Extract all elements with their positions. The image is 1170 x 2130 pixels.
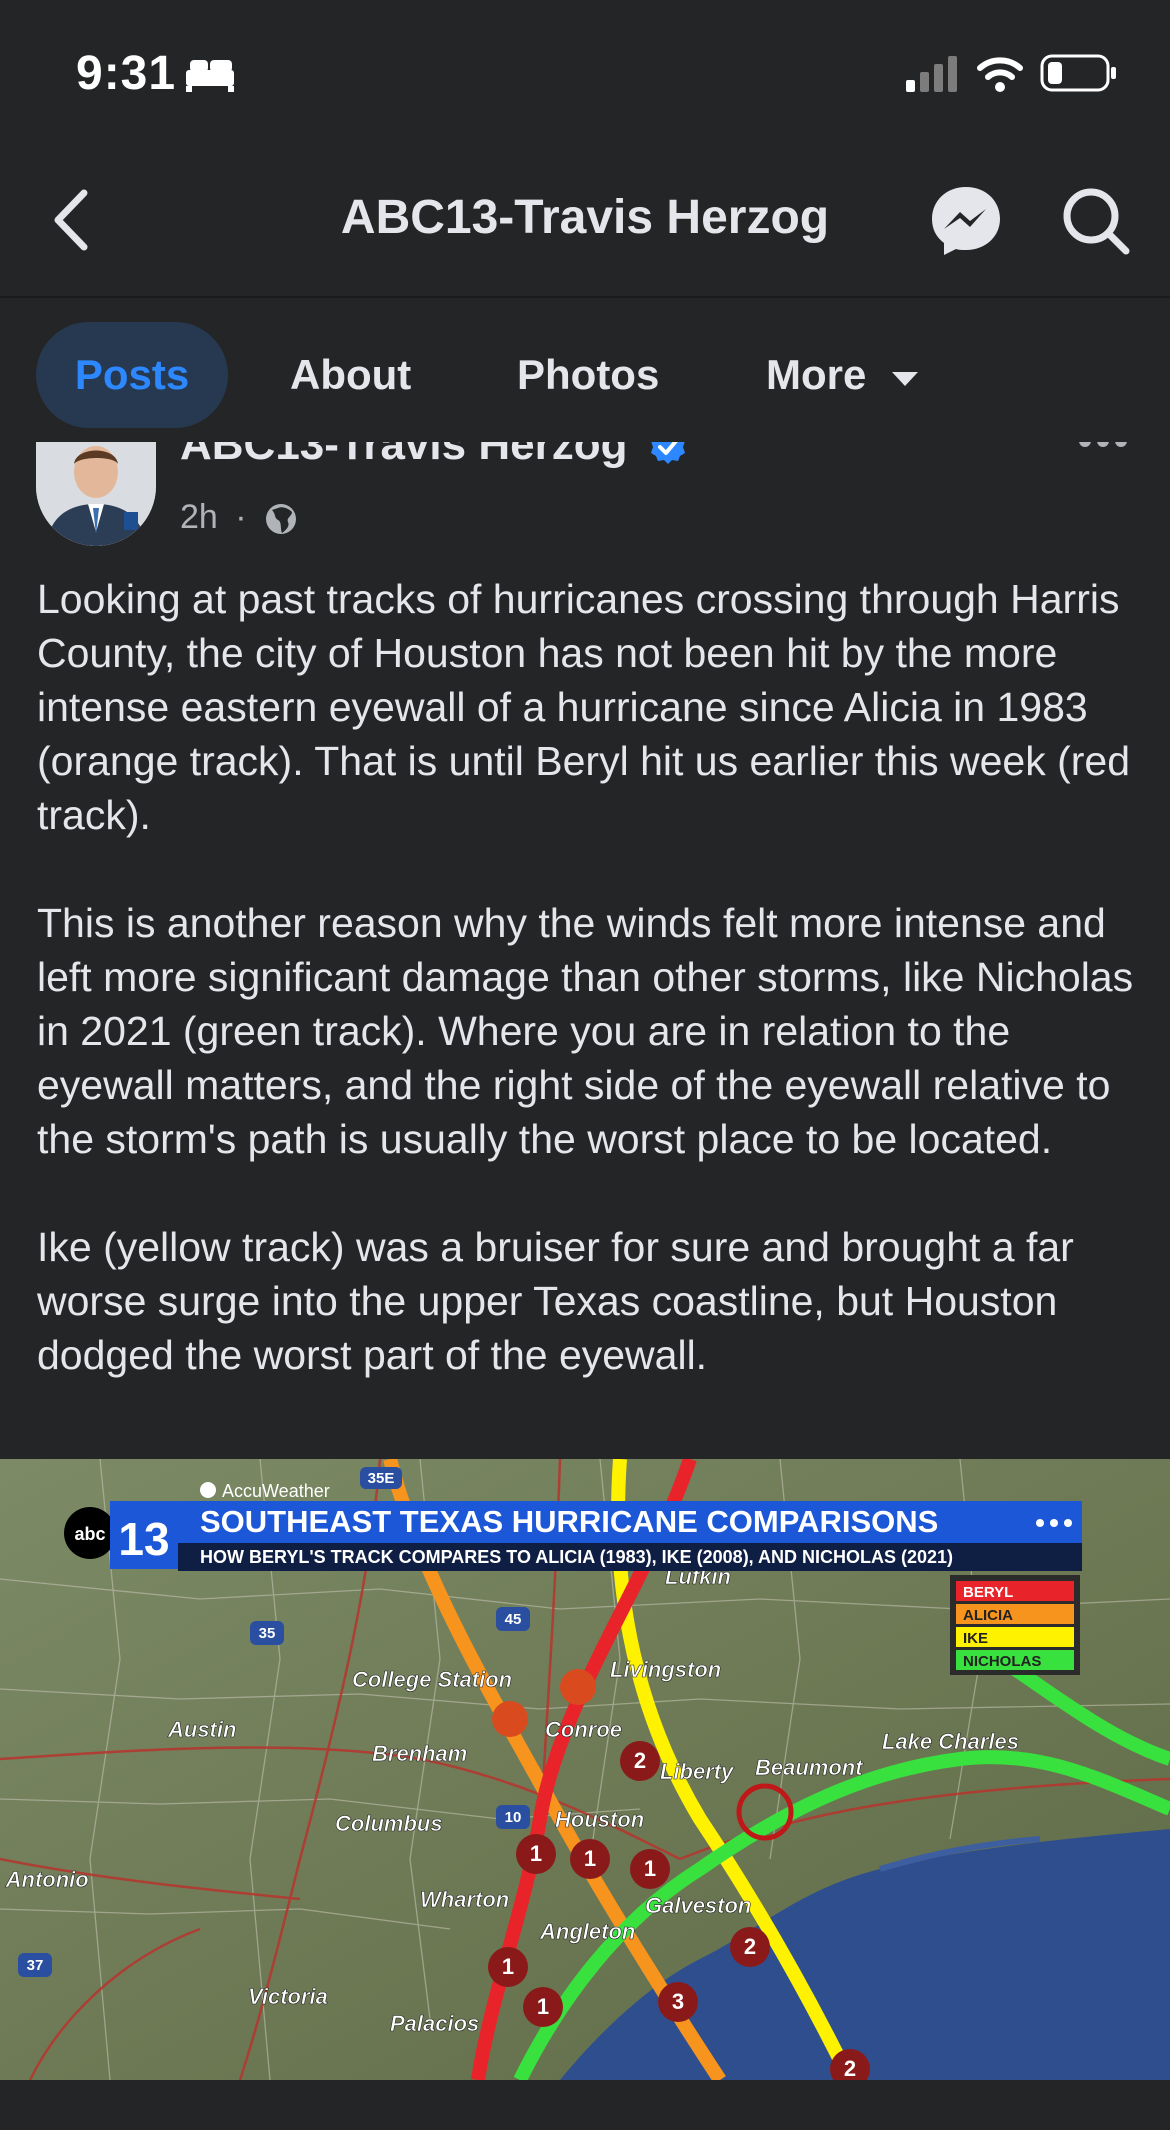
cellular-signal-icon [906, 56, 957, 92]
highway-shield: 10 [505, 1809, 522, 1826]
hurricane-map: 1 1 1 1 1 2 2 2 3 Lufkin Livingston Coll… [0, 1459, 1170, 2080]
tab-more[interactable]: More [766, 322, 920, 428]
accuweather-brand: AccuWeather [222, 1481, 330, 1501]
city-label: Lake Charles [882, 1729, 1019, 1754]
storm-category: 2 [844, 2056, 856, 2080]
city-label: Beaumont [755, 1755, 864, 1780]
tab-more-label: More [766, 351, 867, 398]
map-subhead: HOW BERYL'S TRACK COMPARES TO ALICIA (19… [200, 1547, 953, 1567]
city-label: Austin [167, 1717, 236, 1742]
storm-category: 1 [537, 1994, 549, 2019]
storm-category: 1 [584, 1846, 596, 1871]
post-image[interactable]: 1 1 1 1 1 2 2 2 3 Lufkin Livingston Coll… [0, 1459, 1170, 2080]
post-author[interactable]: ABC13-Travis Herzog [180, 442, 686, 470]
wifi-icon [977, 57, 1023, 92]
city-label: Brenham [372, 1741, 467, 1766]
post-meta: 2h · [180, 498, 298, 537]
storm-category: 1 [644, 1856, 656, 1881]
header-divider [0, 296, 1170, 298]
battery-icon [1040, 54, 1116, 92]
tab-posts[interactable]: Posts [36, 322, 228, 428]
legend-beryl: BERYL [963, 1584, 1013, 1601]
tab-about[interactable]: About [290, 322, 411, 428]
city-label: Angleton [539, 1919, 635, 1944]
post-time: 2h [180, 498, 218, 536]
avatar[interactable] [36, 442, 156, 546]
highway-shield: 45 [505, 1611, 522, 1628]
city-label: Victoria [248, 1984, 328, 2009]
status-bar: 9:31 [0, 0, 1170, 150]
bed-icon [186, 60, 234, 92]
globe-icon [266, 504, 297, 535]
city-label: Columbus [335, 1811, 443, 1836]
highway-shield: 35E [368, 1470, 395, 1487]
storm-category: 1 [502, 1954, 514, 1979]
storm-category: 1 [530, 1841, 542, 1866]
storm-category: 2 [634, 1748, 646, 1773]
messenger-icon[interactable] [930, 185, 1002, 257]
storm-category: 2 [744, 1934, 756, 1959]
post-header: ABC13-Travis Herzog 2h · [0, 442, 1170, 562]
caret-down-icon [892, 371, 919, 386]
highway-shield: 37 [27, 1957, 44, 1974]
tab-photos[interactable]: Photos [517, 322, 659, 428]
city-label: Livingston [610, 1657, 721, 1682]
bottom-bar [0, 2080, 1170, 2130]
city-label: San Antonio [0, 1867, 89, 1892]
city-label: Wharton [420, 1887, 509, 1912]
map-headline: SOUTHEAST TEXAS HURRICANE COMPARISONS [200, 1504, 938, 1539]
highway-shield: 35 [259, 1625, 276, 1642]
city-label: Houston [555, 1807, 644, 1832]
svg-text:abc: abc [74, 1524, 105, 1544]
legend-ike: IKE [963, 1630, 988, 1647]
city-label: Conroe [545, 1717, 622, 1742]
post-paragraph: Looking at past tracks of hurricanes cro… [37, 576, 1131, 838]
city-label: Palacios [390, 2011, 479, 2036]
city-label: College Station [352, 1667, 512, 1692]
city-label: Galveston [645, 1893, 751, 1918]
post-body: Looking at past tracks of hurricanes cro… [37, 572, 1147, 1436]
storm-category: 3 [672, 1989, 684, 2014]
post-paragraph: This is another reason why the winds fel… [37, 900, 1134, 1162]
legend-alicia: ALICIA [963, 1607, 1013, 1624]
post-paragraph: Ike (yellow track) was a bruiser for sur… [37, 1224, 1074, 1378]
post-author-name: ABC13-Travis Herzog [180, 442, 628, 469]
search-icon[interactable] [1060, 185, 1132, 257]
verified-badge-icon [650, 442, 685, 465]
svg-text:13: 13 [118, 1513, 169, 1565]
more-options-icon[interactable] [1078, 442, 1128, 448]
city-label: Liberty [660, 1759, 735, 1784]
legend-nicholas: NICHOLAS [963, 1653, 1041, 1670]
status-time: 9:31 [76, 47, 177, 100]
